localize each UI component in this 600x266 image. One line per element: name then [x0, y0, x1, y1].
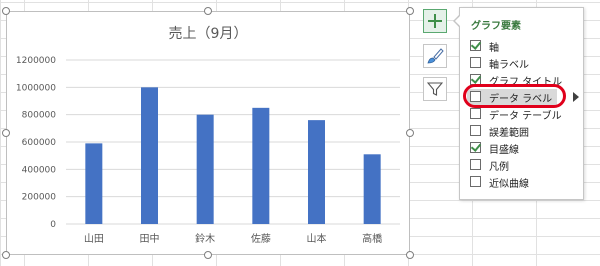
checkbox[interactable] — [470, 108, 481, 119]
checkbox[interactable] — [470, 159, 481, 170]
y-tick-label: 1200000 — [16, 56, 56, 66]
x-tick-label: 山本 — [307, 232, 327, 245]
checkbox[interactable] — [470, 176, 481, 187]
y-tick-label: 200000 — [22, 193, 57, 203]
bar[interactable] — [308, 120, 325, 224]
y-tick-label: 0 — [50, 220, 56, 230]
resize-handle-top-right[interactable] — [406, 7, 414, 15]
resize-handle-bottom-left[interactable] — [2, 251, 10, 259]
bar-chart[interactable]: 売上（9月） 0 200000 400000 600000 800000 1000000 1… — [6, 11, 410, 255]
bar[interactable] — [252, 107, 270, 224]
paintbrush-icon — [427, 48, 444, 64]
annotation-highlight-ring — [463, 84, 566, 108]
bar[interactable] — [196, 114, 214, 224]
resize-handle-left[interactable] — [2, 129, 10, 137]
element-item-error-bars[interactable]: 誤差範囲 — [470, 123, 580, 139]
bar[interactable] — [85, 143, 103, 224]
element-item-label: 目盛線 — [489, 145, 519, 156]
element-item-axes[interactable]: 軸 — [470, 38, 580, 54]
checkmark-icon — [470, 39, 482, 50]
chart-styles-button[interactable] — [423, 44, 447, 68]
resize-handle-bottom-right[interactable] — [406, 251, 414, 259]
element-item-label: 凡例 — [489, 162, 509, 173]
checkmark-icon — [470, 141, 482, 152]
bar[interactable] — [363, 154, 381, 224]
x-tick-label: 佐藤 — [251, 233, 271, 245]
plot-area[interactable]: 0 200000 400000 600000 800000 1000000 1200000 山… — [16, 56, 400, 245]
element-item-data-table[interactable]: データ テーブル — [470, 106, 580, 122]
x-tick-label: 田中 — [140, 232, 160, 245]
checkbox[interactable] — [470, 57, 481, 68]
x-tick-label: 山田 — [84, 233, 104, 245]
bar[interactable] — [141, 87, 158, 224]
x-tick-label: 高橋 — [362, 232, 382, 245]
panel-title: グラフ要素 — [471, 21, 521, 32]
plus-icon — [428, 14, 442, 28]
chart-filters-button[interactable] — [423, 77, 447, 101]
element-item-legend[interactable]: 凡例 — [470, 157, 580, 173]
resize-handle-top[interactable] — [204, 7, 212, 15]
element-item-label: 近似曲線 — [489, 179, 529, 190]
checkbox[interactable] — [470, 39, 482, 51]
y-tick-label: 800000 — [22, 111, 57, 121]
chart-title[interactable]: 売上（9月） — [169, 26, 248, 42]
element-item-gridlines[interactable]: 目盛線 — [470, 140, 580, 156]
element-item-label: 誤差範囲 — [489, 128, 529, 139]
resize-handle-right[interactable] — [406, 129, 414, 137]
checkmark-icon — [470, 73, 482, 84]
chart-elements-button[interactable] — [423, 9, 447, 33]
y-tick-label: 600000 — [22, 138, 57, 148]
panel-pointer-fill — [455, 15, 461, 27]
y-tick-label: 1000000 — [16, 83, 56, 93]
resize-handle-bottom[interactable] — [204, 251, 212, 259]
element-item-axis-titles[interactable]: 軸ラベル — [470, 55, 580, 71]
element-item-trendline[interactable]: 近似曲線 — [470, 174, 580, 190]
element-item-label: 軸ラベル — [489, 60, 529, 71]
checkbox[interactable] — [470, 125, 481, 136]
y-tick-label: 400000 — [22, 165, 57, 175]
resize-handle-top-left[interactable] — [2, 7, 10, 15]
element-item-label: 軸 — [489, 43, 499, 54]
element-item-label: データ テーブル — [489, 111, 562, 122]
funnel-icon — [427, 82, 443, 96]
x-tick-label: 鈴木 — [195, 232, 215, 245]
checkbox[interactable] — [470, 141, 482, 153]
submenu-arrow-icon[interactable] — [573, 92, 579, 102]
